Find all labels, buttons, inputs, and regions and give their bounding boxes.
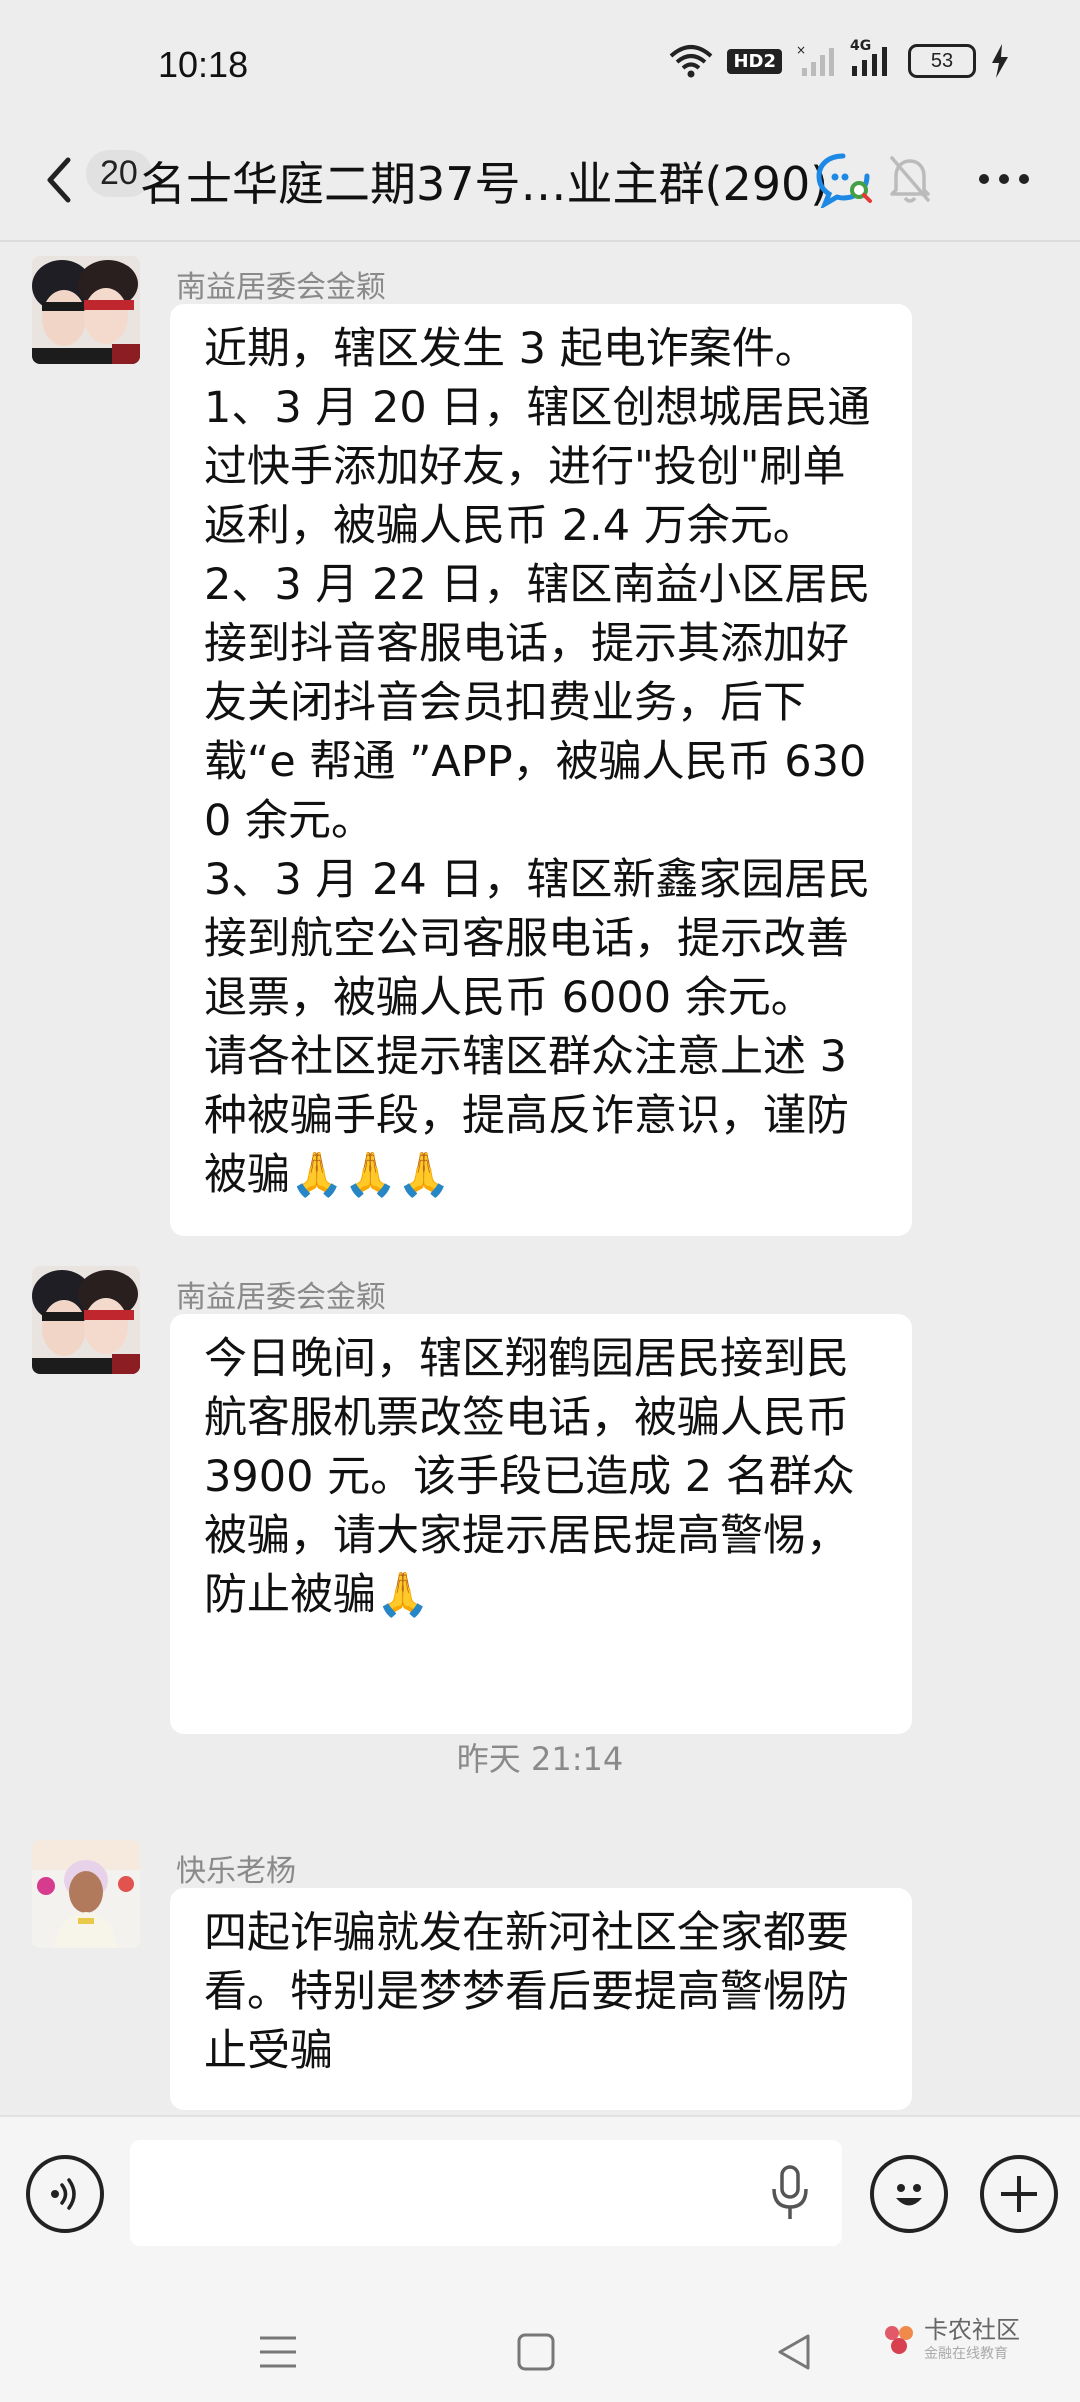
avatar[interactable] [32,256,140,364]
nav-menu-icon[interactable] [258,2334,298,2370]
status-bar: 10:18 HD2 × 4G 53 [0,0,1080,120]
sender-name: 南益居委会金颖 [176,1280,386,1315]
watermark-logo-icon [885,2326,913,2354]
watermark: 卡农社区 金融在线教育 [882,2317,1020,2363]
network-type: 4G [850,38,894,78]
message-bubble[interactable]: 四起诈骗就发在新河社区全家都要看。特别是梦梦看后要提高警惕防止受骗 [170,1888,912,2110]
svg-text:×: × [796,44,806,57]
back-icon[interactable] [40,148,76,212]
wifi-icon [670,45,713,78]
avatar[interactable] [32,1266,140,1374]
sender-name: 南益居委会金颖 [176,270,386,305]
watermark-name: 卡农社区 [924,2316,1020,2344]
nav-home-icon[interactable] [516,2332,556,2372]
avatar[interactable] [32,1840,140,1948]
mute-bell-icon[interactable] [888,152,932,206]
charging-icon [992,44,1008,78]
input-panel: 卡农社区 金融在线教育 [0,2115,1080,2402]
chat-search-icon[interactable] [815,150,875,208]
group-title[interactable]: 名士华庭二期37号…业主群(290) [140,148,828,214]
plus-icon [1001,2176,1037,2212]
more-icon[interactable] [978,172,1030,186]
watermark-tagline: 金融在线教育 [924,2346,1008,2362]
plus-button[interactable] [980,2155,1058,2233]
chat-header: 20 名士华庭二期37号…业主群(290) [0,120,1080,240]
status-time: 10:18 [158,44,249,85]
voice-icon [51,2178,76,2210]
message-bubble[interactable]: 近期，辖区发生 3 起电诈案件。 1、3 月 20 日，辖区创想城居民通过快手添… [170,304,912,1236]
hd-badge: HD2 [727,48,782,74]
signal-icon: × [796,44,834,76]
time-separator: 昨天 21:14 [456,1740,624,1778]
emoji-button[interactable] [870,2155,948,2233]
nav-back-icon[interactable] [774,2332,814,2372]
header-divider [0,240,1080,242]
message-bubble[interactable]: 今日晚间，辖区翔鹤园居民接到民航客服机票改签电话，被骗人民币 3900 元。该手… [170,1314,912,1734]
emoji-icon [896,2184,922,2206]
status-icons: HD2 × 4G 53 [669,38,1010,78]
battery-icon: 53 [908,44,976,78]
sender-name: 快乐老杨 [176,1854,296,1889]
mic-icon[interactable] [770,2163,810,2223]
message-input[interactable] [130,2140,842,2246]
voice-button[interactable] [26,2155,104,2233]
